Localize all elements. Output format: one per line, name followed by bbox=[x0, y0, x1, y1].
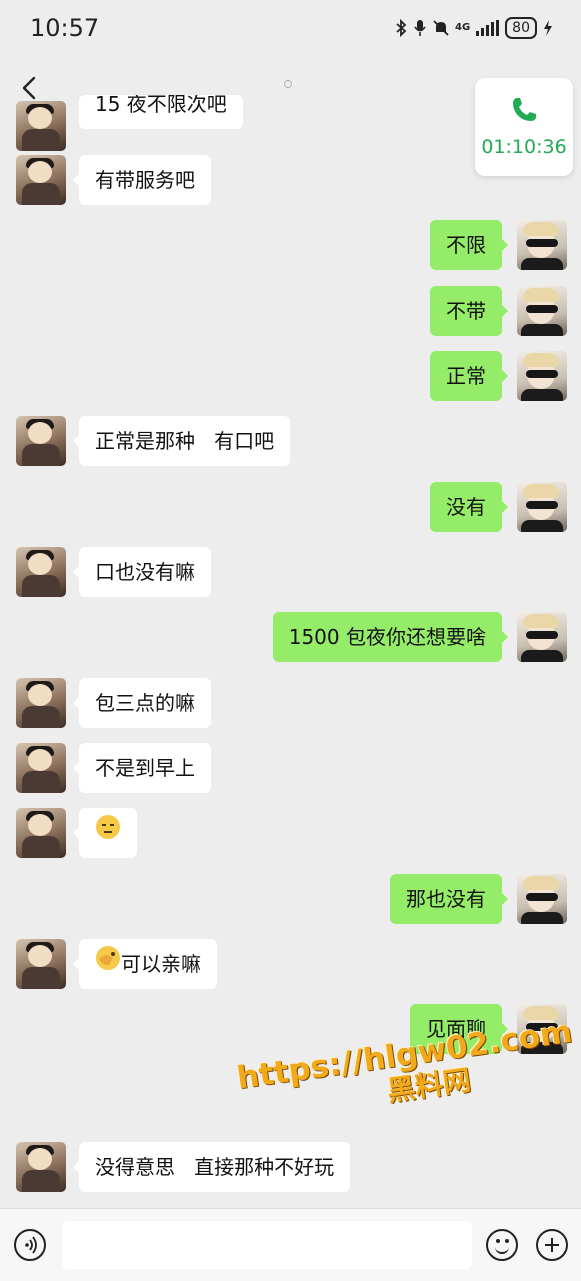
contact-avatar[interactable] bbox=[16, 678, 66, 728]
sent-message-bubble[interactable]: 1500 包夜你还想要啥 bbox=[272, 612, 509, 662]
received-message-bubble[interactable] bbox=[73, 808, 137, 858]
my-avatar[interactable] bbox=[517, 351, 567, 401]
contact-avatar[interactable] bbox=[16, 939, 66, 989]
received-message-bubble[interactable]: 口也没有嘛 bbox=[73, 547, 211, 597]
sent-message-bubble[interactable]: 不带 bbox=[430, 286, 508, 336]
message-text: 那也没有 bbox=[406, 887, 486, 911]
speechless-face-emoji bbox=[95, 808, 121, 858]
message-text: 包三点的嘛 bbox=[95, 691, 195, 715]
input-bar bbox=[0, 1208, 581, 1281]
microphone-icon bbox=[414, 20, 426, 36]
received-message-bubble[interactable]: 有带服务吧 bbox=[73, 155, 211, 205]
contact-avatar[interactable] bbox=[16, 743, 66, 793]
contact-avatar[interactable] bbox=[16, 155, 66, 205]
received-message-bubble[interactable]: 可以亲嘛 bbox=[73, 939, 217, 989]
status-icons: 4G 80 bbox=[395, 17, 553, 39]
sent-message-bubble[interactable]: 那也没有 bbox=[390, 874, 508, 924]
message-text: 不限 bbox=[446, 233, 486, 257]
message-text: 口也没有嘛 bbox=[95, 560, 195, 584]
message-text: 15 夜不限次吧 bbox=[95, 95, 227, 116]
contact-avatar[interactable] bbox=[16, 416, 66, 466]
facepalm-emoji bbox=[95, 939, 121, 989]
my-avatar[interactable] bbox=[517, 482, 567, 532]
voice-icon bbox=[25, 1236, 37, 1254]
bluetooth-icon bbox=[396, 19, 407, 37]
sent-message-bubble[interactable]: 正常 bbox=[430, 351, 508, 401]
my-avatar[interactable] bbox=[517, 220, 567, 270]
voice-input-button[interactable] bbox=[14, 1229, 46, 1261]
message-text: 有带服务吧 bbox=[95, 168, 195, 192]
more-functions-button[interactable] bbox=[536, 1229, 568, 1261]
my-avatar[interactable] bbox=[517, 612, 567, 662]
voice-call-floating-window[interactable]: 01:10:36 bbox=[475, 78, 573, 176]
call-duration: 01:10:36 bbox=[481, 136, 567, 158]
contact-avatar[interactable] bbox=[16, 101, 66, 151]
message-text: 没得意思 直接那种不好玩 bbox=[95, 1155, 335, 1179]
status-bar: 10:57 4G 80 bbox=[0, 0, 581, 58]
received-message-bubble[interactable]: 没得意思 直接那种不好玩 bbox=[72, 1142, 351, 1192]
contact-avatar[interactable] bbox=[16, 1142, 66, 1192]
sent-message-bubble[interactable]: 不限 bbox=[430, 220, 508, 270]
message-text: 不是到早上 bbox=[95, 756, 195, 780]
received-message-bubble[interactable]: 包三点的嘛 bbox=[73, 678, 211, 728]
my-avatar[interactable] bbox=[517, 286, 567, 336]
contact-avatar[interactable] bbox=[16, 808, 66, 858]
battery-level: 80 bbox=[505, 17, 537, 39]
received-message-bubble[interactable]: 15 夜不限次吧 bbox=[79, 95, 243, 129]
received-message-bubble[interactable]: 不是到早上 bbox=[73, 743, 211, 793]
message-input[interactable] bbox=[62, 1221, 472, 1269]
status-time: 10:57 bbox=[30, 14, 100, 42]
message-text: 1500 包夜你还想要啥 bbox=[288, 625, 486, 649]
message-text: 没有 bbox=[446, 495, 486, 519]
received-message-bubble[interactable]: 正常是那种 有口吧 bbox=[72, 416, 291, 466]
signal-icon bbox=[476, 20, 500, 36]
my-avatar[interactable] bbox=[517, 874, 567, 924]
contact-avatar[interactable] bbox=[16, 547, 66, 597]
sent-message-bubble[interactable]: 没有 bbox=[430, 482, 508, 532]
emoji-button[interactable] bbox=[486, 1229, 518, 1261]
message-text: 正常是那种 有口吧 bbox=[95, 429, 275, 453]
message-text: 正常 bbox=[446, 364, 486, 388]
mute-bell-icon bbox=[433, 20, 449, 36]
watermark: https://hlgw02.com 黑料网 bbox=[235, 1014, 579, 1129]
network-label: 4G bbox=[455, 22, 471, 33]
message-text: 可以亲嘛 bbox=[121, 952, 201, 976]
loading-indicator bbox=[284, 80, 292, 88]
charging-icon bbox=[544, 20, 552, 36]
message-text: 不带 bbox=[446, 299, 486, 323]
phone-icon bbox=[513, 98, 536, 121]
